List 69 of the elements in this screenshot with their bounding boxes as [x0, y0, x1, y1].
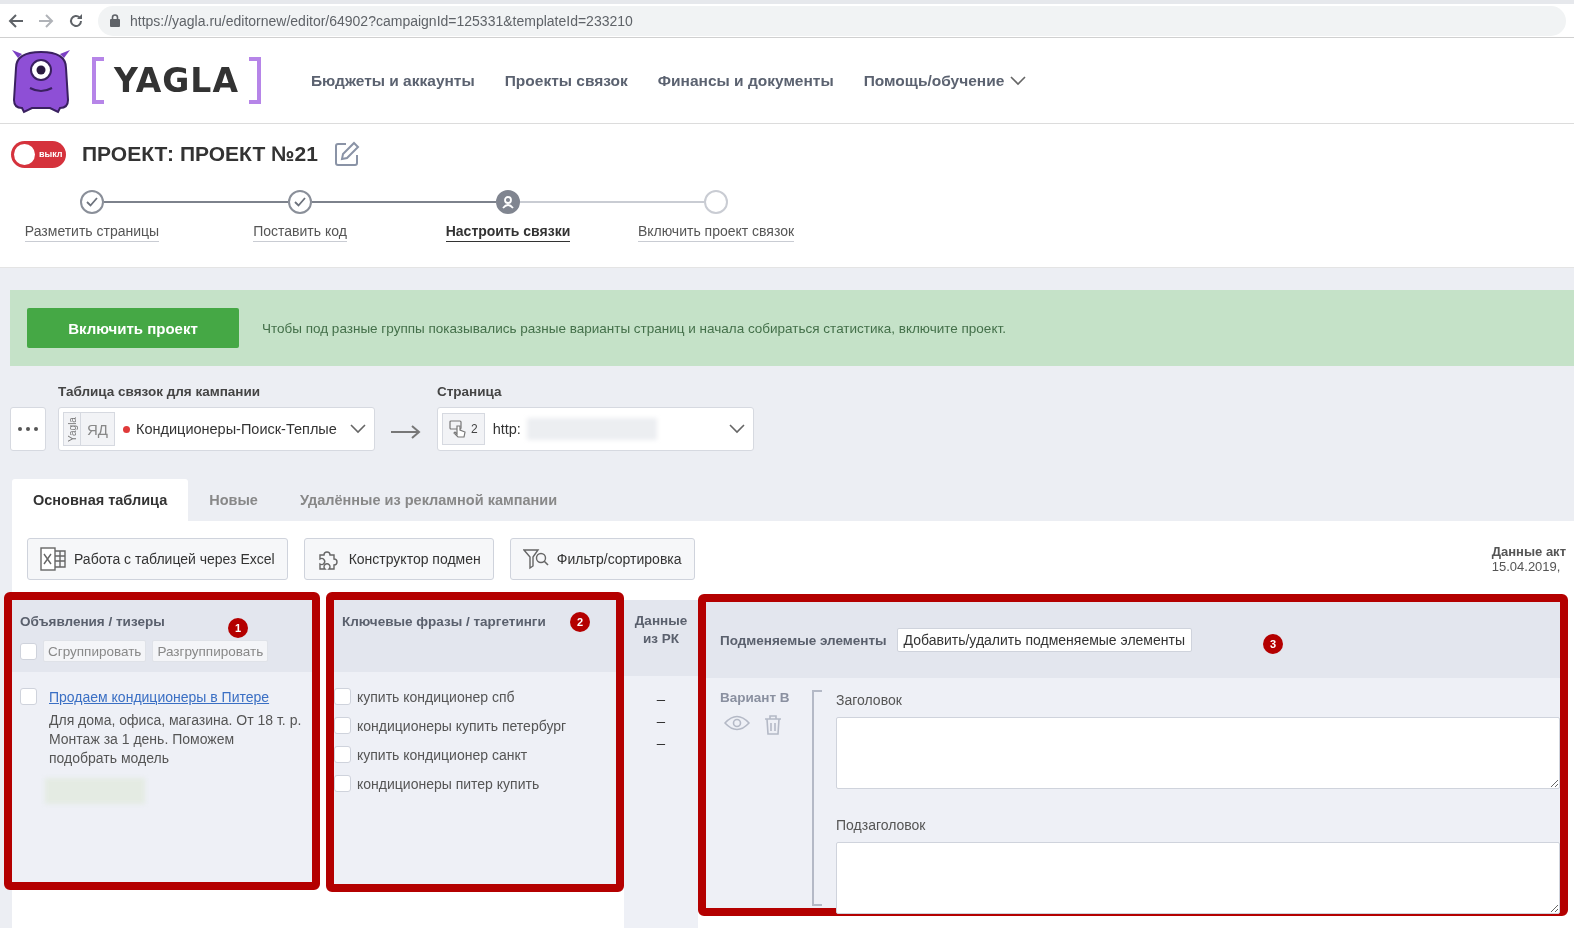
toolbar-button[interactable]: Фильтр/сортировка: [509, 538, 695, 580]
chevron-down-icon: [350, 424, 366, 434]
variant-label: Вариант В: [720, 690, 791, 705]
address-bar[interactable]: https://yagla.ru/editornew/editor/64902?campaignId=125331&templateId=233210: [98, 5, 1566, 36]
tab[interactable]: Основная таблица: [12, 479, 189, 521]
step-link[interactable]: Поставить код: [253, 223, 347, 242]
hand-pointer-icon: [449, 420, 467, 438]
ad-title-link[interactable]: Продаем кондиционеры в Питере: [49, 688, 304, 707]
chevron-down-icon: [729, 424, 745, 434]
nav-link[interactable]: Бюджеты и аккаунты: [310, 71, 475, 90]
trash-icon[interactable]: [764, 715, 782, 735]
table-cell: –: [656, 690, 666, 707]
field-label: Подзаголовок: [836, 817, 927, 833]
page-count-badge: 2: [442, 413, 485, 445]
keyword-text: кондиционеры питер купить: [357, 775, 540, 792]
group-button[interactable]: Сгруппировать: [43, 640, 147, 662]
data-label: Данные акт: [1491, 544, 1566, 559]
filter-search-icon: [522, 548, 549, 570]
checkbox[interactable]: [20, 688, 37, 705]
page-dropdown[interactable]: 2 http:: [437, 407, 754, 451]
table-cell: –: [656, 734, 666, 751]
step-link[interactable]: Настроить связки: [445, 223, 571, 242]
lock-icon: [110, 14, 120, 27]
excel-icon: [40, 547, 66, 571]
checkbox[interactable]: [334, 688, 351, 705]
badge-label: ЯД: [87, 420, 108, 438]
column-header: Ключевые фразы / таргетинги: [342, 614, 546, 629]
badge-label: Yagla: [66, 416, 78, 442]
keyword-text: купить кондиционер санкт: [357, 746, 528, 763]
eye-icon[interactable]: [724, 715, 750, 731]
nav-link[interactable]: Проекты связок: [504, 71, 628, 90]
table-cell: –: [656, 712, 666, 729]
column-header: Объявления / тизеры: [20, 614, 165, 629]
nav-link[interactable]: Помощь/обучение: [863, 71, 1027, 90]
more-button[interactable]: [10, 407, 46, 451]
caret-icon: [1010, 75, 1027, 86]
toolbar-button[interactable]: Конструктор подмен: [303, 538, 494, 580]
field-label: Страница: [437, 384, 503, 399]
back-icon[interactable]: [8, 12, 24, 29]
banner-message: Чтобы под разные группы показывались разные варианты страниц и начала собираться статистика, включите проект.: [262, 320, 1006, 336]
toolbar-button[interactable]: Работа с таблицей через Excel: [27, 538, 288, 580]
arrow-right-icon: [391, 425, 421, 439]
dots-icon: [18, 427, 38, 431]
checkbox[interactable]: [20, 642, 37, 660]
monster-logo[interactable]: [10, 47, 72, 114]
project-toggle[interactable]: выкл: [11, 140, 66, 168]
field-label: Таблица связок для кампании: [58, 384, 262, 399]
checkbox[interactable]: [334, 717, 351, 734]
checkbox[interactable]: [334, 746, 351, 763]
keyword-text: кондиционеры купить петербург: [357, 717, 567, 734]
project-title: ПРОЕКТ: ПРОЕКТ №21: [82, 142, 318, 166]
field-label: Заголовок: [836, 692, 903, 708]
group-button[interactable]: Разгруппировать: [152, 640, 269, 662]
campaign-dropdown[interactable]: Yagla ЯД Кондиционеры-Поиск-Теплые: [58, 407, 375, 451]
reload-icon[interactable]: [68, 12, 84, 29]
text-field[interactable]: [836, 717, 1560, 789]
data-date: 15.04.2019,: [1491, 559, 1562, 574]
step-link[interactable]: Включить проект связок: [637, 223, 795, 242]
edit-elements-button[interactable]: Добавить/удалить подменяемые элементы: [896, 628, 1192, 652]
checkbox[interactable]: [334, 775, 351, 792]
edit-icon[interactable]: [333, 141, 360, 167]
column-header: Подменяемые элементы: [720, 632, 887, 648]
column-header: Данные из РК: [633, 612, 689, 648]
nav-link[interactable]: Финансы и документы: [657, 71, 834, 90]
keyword-text: купить кондиционер спб: [357, 688, 515, 705]
ad-text: Для дома, офиса, магазина. От 18 т. р. Монтаж за 1 день. Поможем подобрать модель: [49, 711, 303, 768]
forward-icon[interactable]: [38, 12, 54, 29]
step-link[interactable]: Разметить страницы: [24, 223, 160, 242]
text-field[interactable]: [836, 842, 1560, 914]
